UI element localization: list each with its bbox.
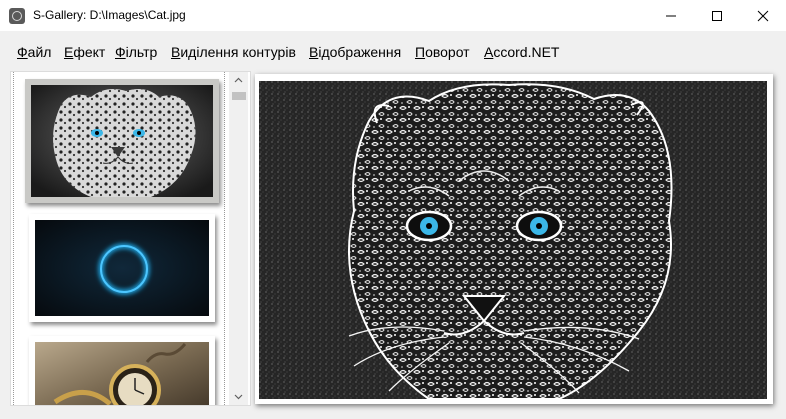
blue-ring-thumbnail-image — [35, 220, 209, 316]
menu-reflection-label: ідображення — [318, 44, 402, 60]
menu-effect[interactable]: Ефект — [64, 44, 105, 60]
thumbnail-snow-leopard[interactable] — [25, 79, 219, 203]
pocket-watch-thumbnail-image — [35, 342, 209, 405]
minimize-icon — [666, 15, 676, 17]
thumbnail-panel — [10, 71, 251, 406]
scroll-up-button[interactable] — [229, 72, 248, 89]
menu-reflection-accel: В — [309, 44, 319, 60]
minimize-button[interactable] — [648, 0, 694, 31]
menu-effect-accel: Е — [64, 44, 74, 60]
close-icon — [757, 10, 769, 22]
menu-edge-detection-accel: В — [171, 44, 181, 60]
panel-divider — [224, 72, 225, 405]
thumbnail-pocket-watch[interactable] — [29, 336, 215, 405]
menu-reflection[interactable]: Відображення — [309, 44, 401, 60]
window-title: S-Gallery: D:\Images\Cat.jpg — [33, 8, 186, 22]
snow-leopard-thumbnail-image — [31, 85, 213, 197]
main-image — [259, 81, 767, 399]
menu-filter-label: ільтр — [125, 44, 158, 60]
menu-accord-net[interactable]: Accord.NET — [484, 44, 559, 60]
menu-accord-net-label: ccord.NET — [493, 44, 560, 60]
snow-leopard-contour-image — [259, 81, 767, 399]
title-bar: S-Gallery: D:\Images\Cat.jpg — [0, 0, 786, 31]
menu-bar: Файл Ефект Фільтр Виділення контурів Від… — [0, 31, 786, 73]
app-logo-icon — [9, 8, 25, 24]
thumbnail-scrollbar[interactable] — [229, 72, 248, 405]
scroll-thumb[interactable] — [232, 92, 246, 100]
menu-accord-net-accel: A — [484, 44, 494, 60]
close-button[interactable] — [740, 0, 786, 31]
scroll-down-button[interactable] — [229, 388, 248, 405]
menu-filter[interactable]: Фільтр — [115, 44, 157, 60]
menu-file[interactable]: Файл — [17, 44, 51, 60]
maximize-icon — [712, 11, 722, 21]
menu-rotate-label: оворот — [425, 44, 470, 60]
chevron-up-icon — [234, 77, 243, 83]
menu-rotate[interactable]: Поворот — [415, 44, 470, 60]
thumbnail-blue-ring[interactable] — [29, 214, 215, 322]
menu-file-label: айл — [27, 44, 52, 60]
menu-edge-detection-label: иділення контурів — [180, 44, 296, 60]
maximize-button[interactable] — [694, 0, 740, 31]
menu-file-accel: Ф — [17, 44, 28, 60]
menu-filter-accel: Ф — [115, 44, 126, 60]
menu-edge-detection[interactable]: Виділення контурів — [171, 44, 296, 60]
panel-divider — [13, 72, 14, 405]
chevron-down-icon — [234, 394, 243, 400]
image-viewer — [255, 74, 773, 404]
menu-rotate-accel: П — [415, 44, 426, 60]
menu-effect-label: фект — [73, 44, 106, 60]
